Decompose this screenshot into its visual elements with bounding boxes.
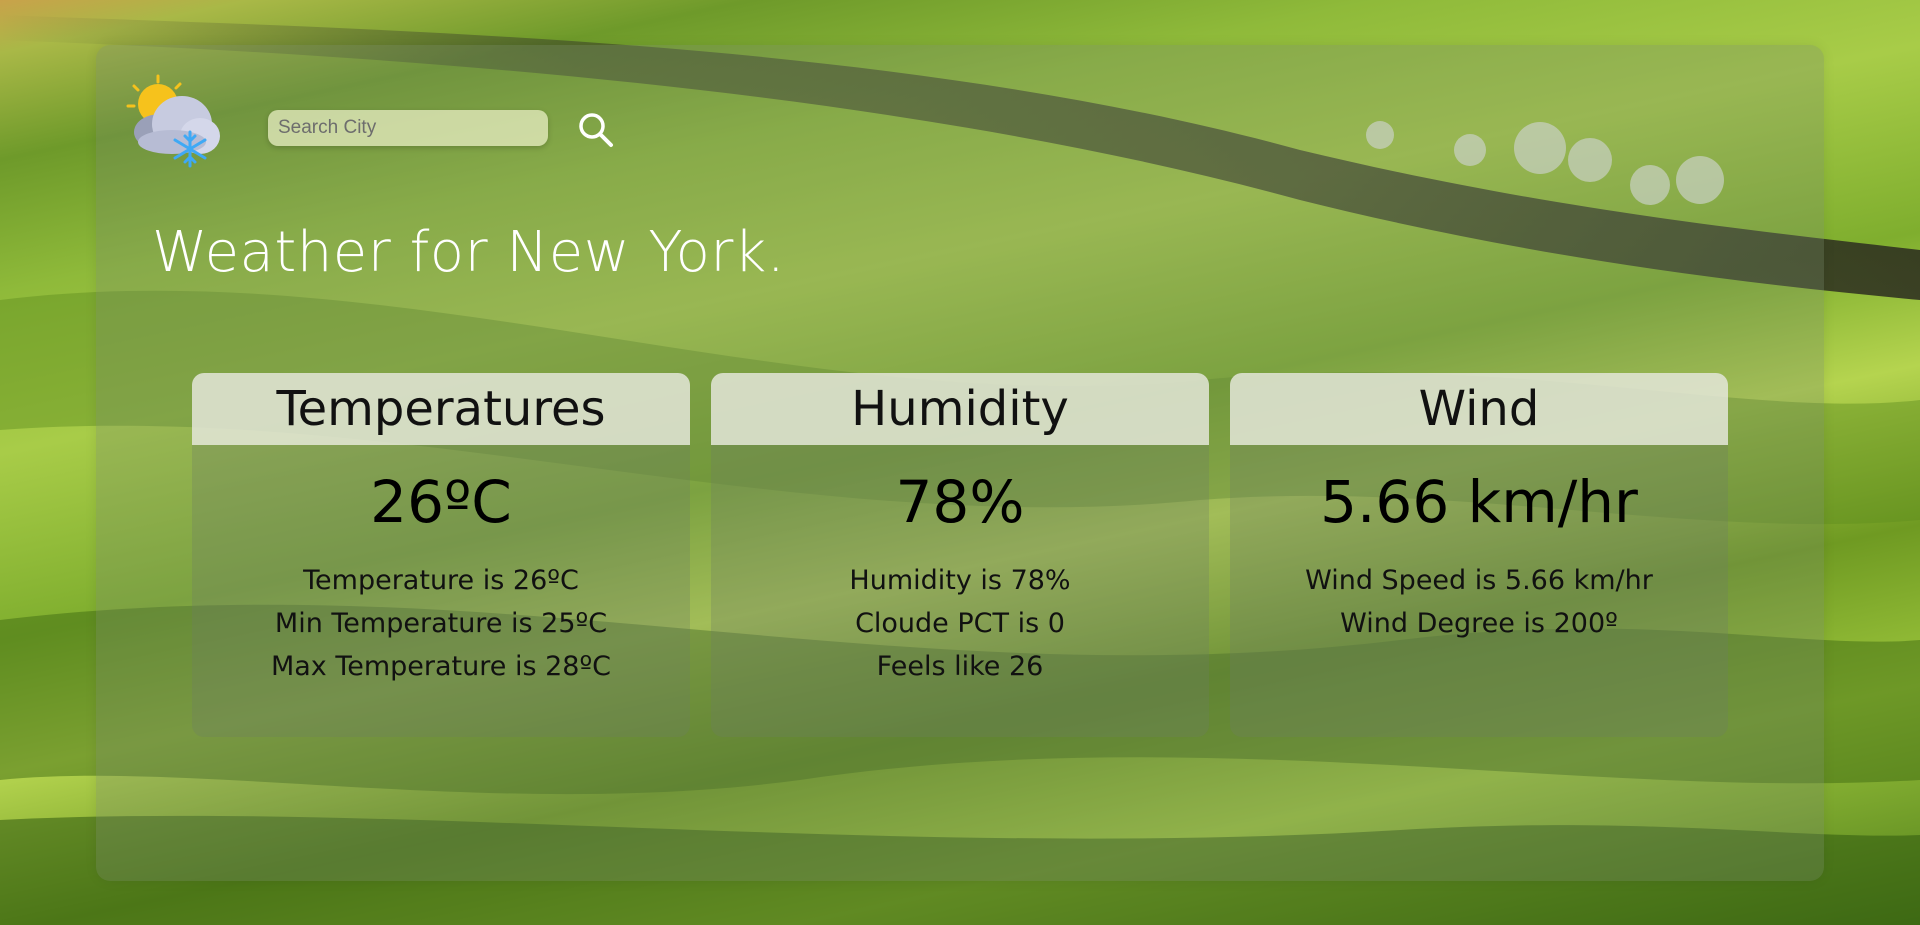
card-header-wind: Wind xyxy=(1230,373,1728,445)
humidity-value: 78% xyxy=(895,468,1025,536)
detail-line: Humidity is 78% xyxy=(849,565,1071,596)
detail-line: Wind Degree is 200º xyxy=(1340,608,1618,639)
temperature-value: 26ºC xyxy=(370,468,512,536)
wind-card: Wind 5.66 km/hr Wind Speed is 5.66 km/hr… xyxy=(1230,373,1728,737)
search-input[interactable] xyxy=(268,110,548,146)
search-icon xyxy=(579,113,613,147)
wind-value: 5.66 km/hr xyxy=(1320,468,1638,536)
page-title: Weather for New York. xyxy=(152,220,786,285)
search-button[interactable] xyxy=(576,110,616,150)
detail-line: Cloude PCT is 0 xyxy=(855,608,1065,639)
temperature-card: Temperatures 26ºC Temperature is 26ºC Mi… xyxy=(192,373,690,737)
detail-line: Temperature is 26ºC xyxy=(303,565,579,596)
detail-line: Wind Speed is 5.66 km/hr xyxy=(1305,565,1653,596)
card-header-humidity: Humidity xyxy=(711,373,1209,445)
temperature-details: Temperature is 26ºC Min Temperature is 2… xyxy=(192,559,690,688)
detail-line: Min Temperature is 25ºC xyxy=(274,608,608,639)
card-header-temperatures: Temperatures xyxy=(192,373,690,445)
detail-line: Max Temperature is 28ºC xyxy=(270,651,612,682)
detail-line: Feels like 26 xyxy=(876,651,1044,682)
wind-details: Wind Speed is 5.66 km/hr Wind Degree is … xyxy=(1230,559,1728,645)
humidity-details: Humidity is 78% Cloude PCT is 0 Feels li… xyxy=(711,559,1209,688)
humidity-card: Humidity 78% Humidity is 78% Cloude PCT … xyxy=(711,373,1209,737)
weather-sun-cloud-snow-icon xyxy=(126,74,220,168)
